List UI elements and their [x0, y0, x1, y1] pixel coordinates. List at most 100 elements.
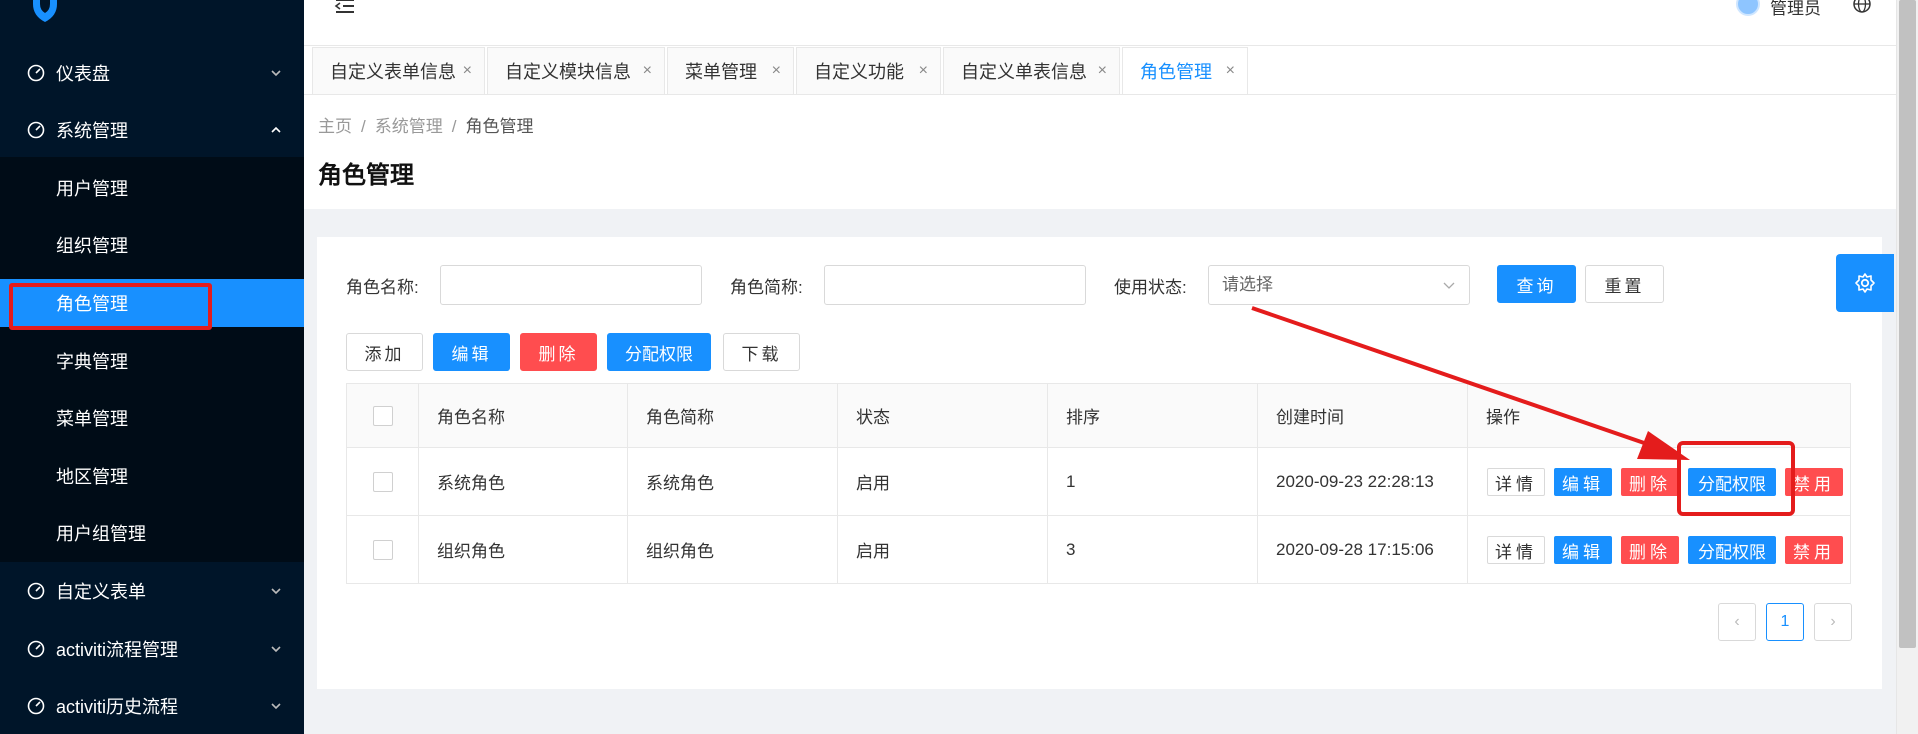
header-checkbox-cell — [347, 384, 419, 447]
sidebar-item-orgs[interactable]: 组织管理 — [0, 221, 304, 269]
dashboard-icon — [27, 121, 45, 138]
role-short-input[interactable] — [824, 265, 1086, 305]
role-name-input[interactable] — [440, 265, 702, 305]
sidebar-item-dashboard[interactable]: 仪表盘 — [0, 44, 304, 101]
column-header: 角色简称 — [628, 384, 838, 447]
scrollbar-thumb[interactable] — [1899, 0, 1916, 648]
cell-order: 3 — [1048, 516, 1258, 583]
row-delete-button[interactable]: 删除 — [1621, 468, 1679, 496]
sidebar-item-system[interactable]: 系统管理 — [0, 101, 304, 158]
row-checkbox[interactable] — [373, 471, 393, 492]
sidebar-item-regions[interactable]: 地区管理 — [0, 452, 304, 500]
status-label: 使用状态: — [1114, 278, 1187, 297]
breadcrumb-system[interactable]: 系统管理 — [375, 117, 443, 136]
sidebar-item-users[interactable]: 用户管理 — [0, 164, 304, 212]
close-icon[interactable]: × — [772, 62, 781, 80]
breadcrumb-home[interactable]: 主页 — [318, 117, 352, 136]
close-icon[interactable]: × — [463, 62, 472, 80]
reset-button[interactable]: 重置 — [1585, 265, 1664, 303]
tab-custom-single-table-info[interactable]: 自定义单表信息 × — [943, 47, 1120, 94]
scrollbar[interactable] — [1896, 0, 1918, 734]
sidebar-item-activiti-history[interactable]: activiti历史流程 — [0, 677, 304, 734]
cell-status: 启用 — [838, 448, 1048, 515]
select-all-checkbox[interactable] — [373, 405, 393, 426]
close-icon[interactable]: × — [919, 62, 928, 80]
edit-button[interactable]: 编辑 — [433, 333, 510, 371]
column-header: 角色名称 — [419, 384, 628, 447]
cell-role-name: 组织角色 — [419, 516, 628, 583]
settings-button[interactable] — [1836, 254, 1894, 312]
top-header: 管理员 — [304, 0, 1896, 46]
detail-button[interactable]: 详情 — [1487, 536, 1545, 564]
tab-custom-function[interactable]: 自定义功能 × — [796, 47, 941, 94]
sidebar-item-usergroups[interactable]: 用户组管理 — [0, 509, 304, 557]
pager-page-button[interactable]: 1 — [1766, 603, 1804, 641]
dashboard-icon — [27, 640, 45, 657]
menu-fold-icon[interactable] — [334, 0, 356, 16]
tab-custom-module-info[interactable]: 自定义模块信息 × — [487, 47, 665, 94]
row-assign-permission-button[interactable]: 分配权限 — [1688, 468, 1776, 496]
sidebar-item-dicts[interactable]: 字典管理 — [0, 337, 304, 385]
role-short-label: 角色简称: — [730, 278, 803, 297]
system-submenu: 用户管理 组织管理 角色管理 字典管理 菜单管理 地区管理 用户组管理 — [0, 157, 304, 562]
cell-role-name: 系统角色 — [419, 448, 628, 515]
status-select[interactable]: 请选择 — [1208, 265, 1470, 305]
row-assign-permission-button[interactable]: 分配权限 — [1688, 536, 1776, 564]
table-row: 系统角色 系统角色 启用 1 2020-09-23 22:28:13 详情 编辑… — [346, 448, 1851, 516]
row-disable-button[interactable]: 禁用 — [1785, 468, 1843, 496]
cell-status: 启用 — [838, 516, 1048, 583]
row-checkbox-cell — [347, 516, 419, 583]
close-icon[interactable]: × — [643, 62, 652, 80]
sidebar-item-custom-form[interactable]: 自定义表单 — [0, 562, 304, 619]
dashboard-icon — [27, 64, 45, 81]
pager-prev-button[interactable]: ‹ — [1718, 603, 1756, 641]
query-button[interactable]: 查询 — [1497, 265, 1576, 303]
cell-order: 1 — [1048, 448, 1258, 515]
delete-button[interactable]: 删除 — [520, 333, 597, 371]
tab-custom-form-info[interactable]: 自定义表单信息 × — [312, 47, 485, 94]
breadcrumb-separator: / — [361, 117, 366, 136]
pager-next-button[interactable]: › — [1814, 603, 1852, 641]
status-select-placeholder: 请选择 — [1222, 275, 1273, 294]
column-header: 创建时间 — [1258, 384, 1468, 447]
assign-permission-button[interactable]: 分配权限 — [607, 333, 711, 371]
app-root: 仪表盘 系统管理 用户管理 组织管理 角色管理 字典管理 菜单管理 地区管理 用… — [0, 0, 1918, 734]
cell-created: 2020-09-23 22:28:13 — [1258, 448, 1468, 515]
sidebar-item-activiti-process[interactable]: activiti流程管理 — [0, 620, 304, 677]
sidebar-item-label: 用户管理 — [56, 179, 128, 199]
add-button[interactable]: 添加 — [346, 333, 423, 371]
row-edit-button[interactable]: 编辑 — [1554, 536, 1612, 564]
tab-bar: 自定义表单信息 × 自定义模块信息 × 菜单管理 × 自定义功能 × 自定义单表… — [304, 46, 1896, 95]
tab-role-management[interactable]: 角色管理 × — [1122, 47, 1248, 94]
tab-label: 自定义功能 — [814, 62, 904, 82]
sidebar-item-label: activiti流程管理 — [56, 639, 179, 660]
globe-icon[interactable] — [1852, 0, 1872, 14]
sidebar-item-label: 地区管理 — [56, 467, 128, 487]
sidebar-item-label: 字典管理 — [56, 352, 128, 372]
chevron-down-icon — [271, 587, 281, 594]
detail-button[interactable]: 详情 — [1487, 468, 1545, 496]
close-icon[interactable]: × — [1098, 62, 1107, 80]
download-button[interactable]: 下载 — [723, 333, 800, 371]
sidebar-item-menus[interactable]: 菜单管理 — [0, 394, 304, 442]
breadcrumb-separator: / — [451, 117, 457, 136]
chevron-down-icon — [271, 702, 281, 709]
sidebar-item-label: 自定义表单 — [56, 581, 146, 602]
row-delete-button[interactable]: 删除 — [1621, 536, 1679, 564]
cell-actions: 详情 编辑 删除 分配权限 禁用 — [1468, 516, 1852, 583]
row-checkbox[interactable] — [373, 539, 393, 560]
user-name[interactable]: 管理员 — [1770, 0, 1821, 19]
close-icon[interactable]: × — [1226, 62, 1235, 80]
row-checkbox-cell — [347, 448, 419, 515]
role-name-label: 角色名称: — [346, 278, 419, 297]
tab-menu-management[interactable]: 菜单管理 × — [667, 47, 794, 94]
chevron-down-icon — [271, 69, 281, 76]
cell-role-short: 系统角色 — [628, 448, 838, 515]
cell-created: 2020-09-28 17:15:06 — [1258, 516, 1468, 583]
row-disable-button[interactable]: 禁用 — [1785, 536, 1843, 564]
column-header: 操作 — [1486, 408, 1520, 427]
avatar[interactable] — [1736, 0, 1760, 16]
row-edit-button[interactable]: 编辑 — [1554, 468, 1612, 496]
sidebar-item-label: 用户组管理 — [56, 524, 146, 544]
chevron-down-icon — [1443, 282, 1455, 289]
